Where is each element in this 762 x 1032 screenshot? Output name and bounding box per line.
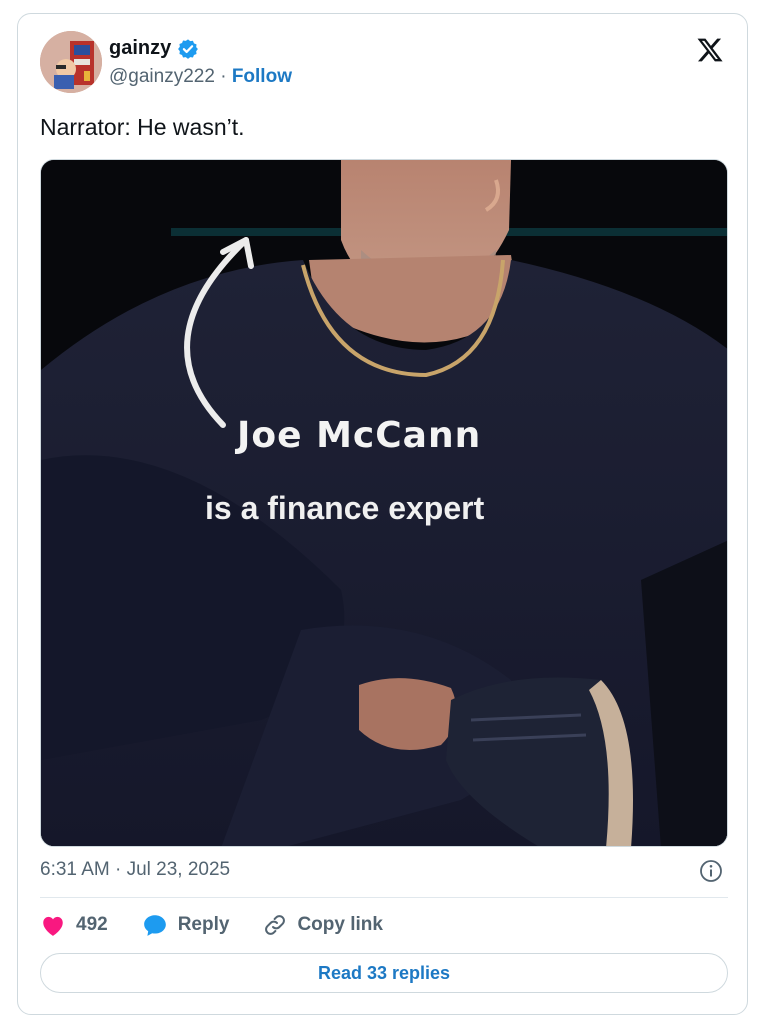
heart-icon <box>43 916 63 936</box>
image-caption-name: Joe McCann <box>237 415 482 456</box>
like-count: 492 <box>76 914 108 935</box>
divider <box>40 897 728 898</box>
avatar[interactable] <box>40 31 102 93</box>
copy-link-button[interactable]: Copy link <box>263 913 383 937</box>
post-text: Narrator: He wasn’t. <box>40 114 245 140</box>
copy-link-label: Copy link <box>297 914 383 935</box>
follow-button[interactable]: Follow <box>232 66 292 87</box>
embedded-post-card: gainzy @gainzy222 · Follow Narrator: He … <box>17 13 748 1015</box>
info-icon[interactable] <box>699 859 723 883</box>
like-button[interactable]: 492 <box>40 913 108 937</box>
author-handle[interactable]: @gainzy222 <box>109 66 215 87</box>
image-caption-subtitle: is a finance expert <box>205 490 485 526</box>
x-logo-icon[interactable] <box>695 36 725 64</box>
reply-button[interactable]: Reply <box>142 913 230 937</box>
reply-label: Reply <box>177 914 230 935</box>
handle-separator: · <box>220 66 227 87</box>
author-handle-line: @gainzy222 · Follow <box>109 66 292 88</box>
author-name[interactable]: gainzy <box>109 37 199 60</box>
post-image[interactable]: Joe McCann is a finance expert <box>40 159 728 847</box>
author-display-name[interactable]: gainzy <box>109 37 171 60</box>
verified-badge-icon <box>178 38 199 59</box>
post-timestamp[interactable]: 6:31 AM · Jul 23, 2025 <box>40 859 230 881</box>
link-icon <box>265 915 286 935</box>
post-actions: 492 Reply Copy link <box>40 910 417 940</box>
speech-bubble-icon <box>143 915 166 936</box>
avatar-image <box>40 31 102 93</box>
read-replies-button[interactable]: Read 33 replies <box>40 953 728 993</box>
